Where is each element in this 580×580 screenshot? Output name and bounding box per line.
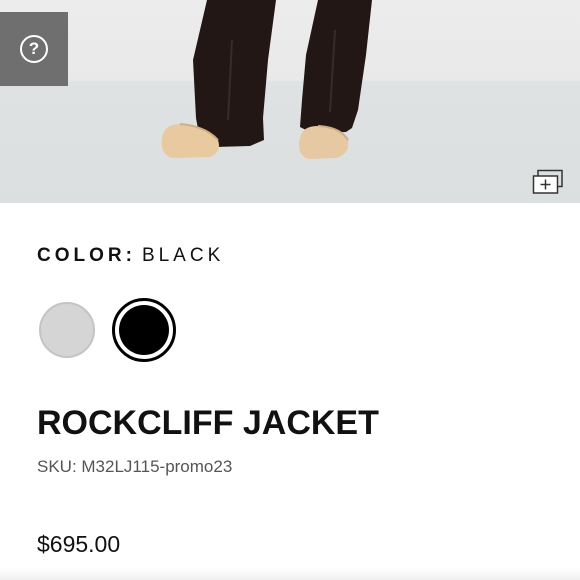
color-swatch-black[interactable] <box>112 298 176 362</box>
color-swatch-gray[interactable] <box>39 302 95 358</box>
product-sku: SKU: M32LJ115-promo23 <box>37 457 233 476</box>
color-selector-label: COLOR: BLACK <box>37 245 224 267</box>
color-value: BLACK <box>141 245 225 266</box>
question-circle-icon: ? <box>20 35 48 63</box>
product-title: ROCKCLIFF JACKET <box>37 404 379 442</box>
product-image[interactable]: ? <box>0 0 580 203</box>
image-gallery-plus-icon <box>532 169 563 194</box>
help-button[interactable]: ? <box>0 12 68 86</box>
image-gallery-button[interactable] <box>532 169 564 195</box>
color-label: COLOR: <box>37 245 136 266</box>
product-photo <box>161 0 372 159</box>
color-swatch-black-fill <box>119 305 169 355</box>
bottom-edge <box>0 568 580 580</box>
product-price: $695.00 <box>37 531 121 557</box>
